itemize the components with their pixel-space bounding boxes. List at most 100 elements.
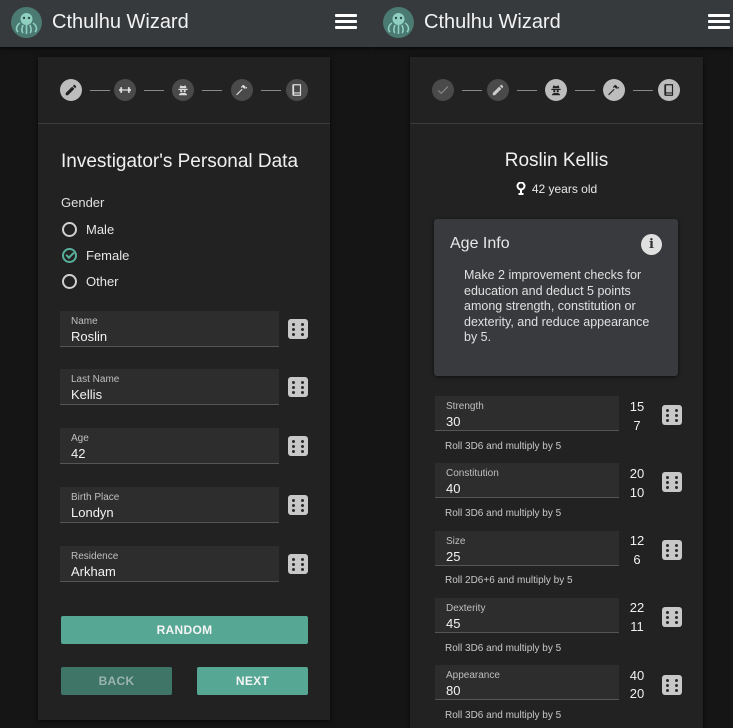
- random-button[interactable]: RANDOM: [61, 616, 308, 644]
- dexterity-field[interactable]: Dexterity 45: [435, 598, 619, 633]
- character-name: Roslin Kellis: [504, 150, 609, 171]
- hamburger-menu-icon[interactable]: [335, 14, 357, 32]
- dice-icon[interactable]: [288, 377, 308, 397]
- half-value: 40: [629, 668, 645, 683]
- field-label: Dexterity: [446, 603, 486, 614]
- half-value: 15: [629, 399, 645, 414]
- step-pencil-icon[interactable]: [487, 79, 509, 101]
- gender-option-female[interactable]: Female: [62, 245, 129, 265]
- radio-label: Female: [86, 247, 130, 263]
- hamburger-menu-icon[interactable]: [708, 14, 730, 32]
- field-label: Residence: [71, 551, 119, 562]
- step-detective-icon[interactable]: [172, 79, 194, 101]
- field-label: Last Name: [71, 374, 120, 385]
- roll-hint: Roll 3D6 and multiply by 5: [445, 508, 562, 519]
- dice-icon[interactable]: [288, 436, 308, 456]
- step-detective-icon[interactable]: [545, 79, 567, 101]
- fifth-value: 11: [630, 619, 644, 634]
- dice-icon[interactable]: [662, 540, 682, 560]
- back-button[interactable]: BACK: [61, 667, 172, 695]
- constitution-field[interactable]: Constitution 40: [435, 463, 619, 498]
- roll-hint: Roll 3D6 and multiply by 5: [445, 710, 562, 721]
- app-title: Cthulhu Wizard: [424, 11, 561, 33]
- radio-checked-icon: [62, 247, 77, 263]
- radio-unchecked-icon: [62, 273, 77, 289]
- stepper: [38, 57, 330, 124]
- radio-label: Other: [86, 273, 119, 289]
- radio-label: Male: [86, 221, 115, 237]
- gender-option-other[interactable]: Other: [62, 271, 119, 291]
- roll-hint: Roll 2D6+6 and multiply by 5: [445, 575, 573, 586]
- person-pin-icon: [516, 181, 526, 195]
- step-pencil-icon[interactable]: [60, 79, 82, 101]
- field-value: 45: [446, 616, 461, 631]
- field-value: 40: [446, 481, 461, 496]
- age-info-title: Age Info: [450, 235, 510, 252]
- field-value: Londyn: [71, 505, 114, 520]
- dice-icon[interactable]: [662, 675, 682, 695]
- step-connector: [462, 90, 482, 91]
- cthulhu-logo-icon: [383, 7, 414, 38]
- last-name-field[interactable]: Last Name Kellis: [60, 369, 279, 405]
- field-label: Appearance: [446, 670, 500, 681]
- age-text: 42 years old: [531, 182, 598, 196]
- field-label: Name: [71, 316, 98, 327]
- step-connector: [202, 90, 222, 91]
- step-book-icon[interactable]: [658, 79, 680, 101]
- field-value: Kellis: [71, 387, 103, 402]
- roll-hint: Roll 3D6 and multiply by 5: [445, 441, 562, 452]
- attributes-screen: Cthulhu Wizard Roslin Kellis 42 years ol…: [372, 0, 733, 728]
- gender-option-male[interactable]: Male: [62, 219, 114, 239]
- dice-icon[interactable]: [288, 319, 308, 339]
- dice-icon[interactable]: [662, 405, 682, 425]
- personal-data-card: Investigator's Personal Data Gender Male…: [38, 57, 330, 720]
- fifth-value: 20: [629, 686, 645, 701]
- residence-field[interactable]: Residence Arkham: [60, 546, 279, 582]
- dice-icon[interactable]: [662, 472, 682, 492]
- radio-unchecked-icon: [62, 221, 77, 237]
- appearance-field[interactable]: Appearance 80: [435, 665, 619, 700]
- app-bar: Cthulhu Wizard: [0, 0, 372, 47]
- field-label: Birth Place: [71, 492, 120, 503]
- step-connector: [261, 90, 281, 91]
- field-label: Size: [446, 536, 466, 547]
- next-button[interactable]: NEXT: [197, 667, 308, 695]
- field-value: Arkham: [71, 564, 116, 579]
- field-value: 30: [446, 414, 461, 429]
- roll-hint: Roll 3D6 and multiply by 5: [445, 643, 562, 654]
- step-check-icon[interactable]: [432, 79, 454, 101]
- half-value: 20: [629, 466, 645, 481]
- step-connector: [633, 90, 653, 91]
- info-icon[interactable]: i: [641, 234, 662, 255]
- step-book-icon[interactable]: [286, 79, 308, 101]
- gender-label: Gender: [61, 195, 105, 210]
- step-hammer-icon[interactable]: [603, 79, 625, 101]
- age-info-box: Age Info i Make 2 improvement checks for…: [434, 219, 678, 376]
- age-info-text: Make 2 improvement checks for education …: [464, 268, 650, 344]
- strength-field[interactable]: Strength 30: [435, 396, 619, 431]
- field-value: 42: [71, 446, 86, 461]
- personal-data-screen: Cthulhu Wizard Investigator's Personal D…: [0, 0, 372, 728]
- dice-icon[interactable]: [662, 607, 682, 627]
- field-label: Constitution: [446, 468, 499, 479]
- step-dumbbell-icon[interactable]: [114, 79, 136, 101]
- half-value: 22: [629, 600, 645, 615]
- app-title: Cthulhu Wizard: [52, 11, 189, 33]
- app-bar: Cthulhu Wizard: [372, 0, 733, 47]
- name-field[interactable]: Name Roslin: [60, 311, 279, 347]
- step-connector: [517, 90, 537, 91]
- step-hammer-icon[interactable]: [231, 79, 253, 101]
- step-connector: [90, 90, 110, 91]
- dice-icon[interactable]: [288, 495, 308, 515]
- attributes-card: Roslin Kellis 42 years old Age Info i Ma…: [410, 57, 703, 728]
- step-connector: [575, 90, 595, 91]
- half-value: 12: [629, 533, 645, 548]
- page-title: Investigator's Personal Data: [61, 151, 299, 172]
- fifth-value: 7: [633, 418, 641, 433]
- birth-place-field[interactable]: Birth Place Londyn: [60, 487, 279, 523]
- step-connector: [144, 90, 164, 91]
- size-field[interactable]: Size 25: [435, 531, 619, 566]
- dice-icon[interactable]: [288, 554, 308, 574]
- field-value: 25: [446, 549, 461, 564]
- age-field[interactable]: Age 42: [60, 428, 279, 464]
